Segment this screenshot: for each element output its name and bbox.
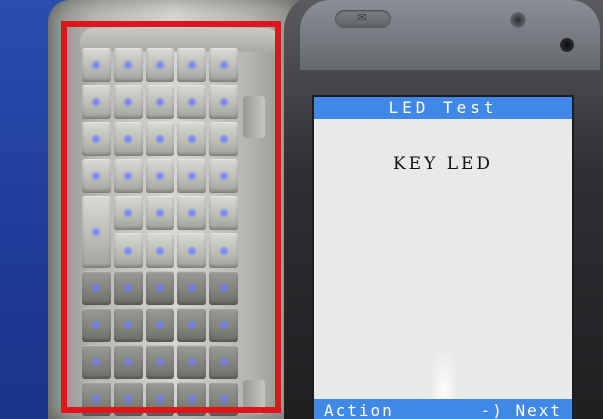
front-camera-lens: [560, 38, 574, 52]
softkey-next[interactable]: -) Next: [481, 401, 566, 419]
speaker-icon: ✉: [357, 11, 367, 24]
camera-icon: [510, 12, 526, 28]
screen-heading: KEY LED: [392, 154, 494, 174]
keyboard-highlight-box: [61, 21, 281, 413]
photo-scene: ✉ LED Test KEY LED Action -) Next: [0, 0, 603, 419]
screen-title: LED Test: [314, 97, 572, 119]
phone-screen: LED Test KEY LED Action -) Next: [312, 95, 574, 419]
softkey-action[interactable]: Action: [320, 401, 394, 419]
softkey-bar: Action -) Next: [314, 399, 572, 419]
